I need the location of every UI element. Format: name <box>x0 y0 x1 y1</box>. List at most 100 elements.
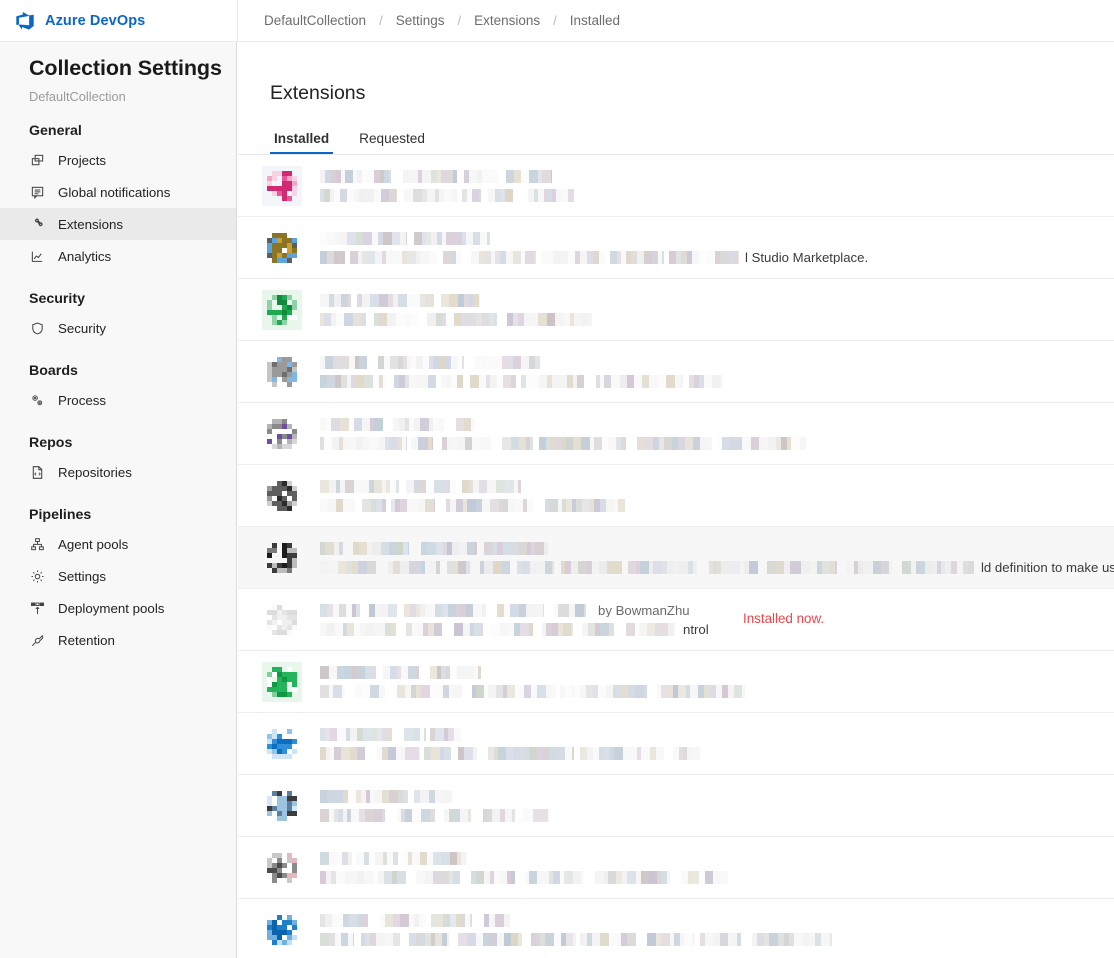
breadcrumb-item-defaultcollection[interactable]: DefaultCollection <box>254 13 376 28</box>
redacted-text-block <box>482 603 486 617</box>
sidebar-item-agent-pools[interactable]: Agent pools <box>0 528 236 560</box>
redacted-text-block <box>381 541 389 555</box>
redacted-text-block <box>599 251 605 264</box>
extension-row[interactable]: ld definition to make us <box>238 527 1114 590</box>
redacted-text-gap <box>462 685 472 698</box>
icon-pixel <box>297 386 302 392</box>
redacted-text-block <box>598 685 606 698</box>
extension-row[interactable] <box>238 155 1114 218</box>
breadcrumb-item-settings[interactable]: Settings <box>386 13 455 28</box>
brand-home-link[interactable]: Azure DevOps <box>0 10 224 32</box>
redacted-text-block <box>320 932 329 946</box>
sidebar-item-global-notifications[interactable]: Global notifications <box>0 176 236 208</box>
redacted-text-block <box>420 789 429 803</box>
redacted-text-gap <box>383 418 393 431</box>
redacted-text-gap <box>518 189 528 202</box>
redacted-text-block <box>606 498 614 512</box>
redacted-text-block <box>425 293 433 307</box>
redacted-text-block <box>693 561 697 574</box>
redacted-text-block <box>791 437 800 450</box>
redacted-text-block <box>460 809 468 822</box>
redacted-text-block <box>336 498 343 512</box>
redacted-text-block <box>647 932 656 946</box>
extension-icon-purple <box>262 413 302 454</box>
redacted-text-block <box>716 685 722 698</box>
extension-row[interactable] <box>238 651 1114 714</box>
extension-description: l Studio Marketplace. <box>320 250 1114 264</box>
extension-row[interactable] <box>238 403 1114 466</box>
redacted-text-block <box>327 232 335 245</box>
redacted-text-block <box>357 870 364 884</box>
redacted-text-block <box>433 851 441 865</box>
icon-pixel <box>297 758 302 764</box>
redacted-text-block <box>421 684 430 698</box>
redacted-text-block <box>639 623 647 636</box>
sidebar-item-retention[interactable]: Retention <box>0 624 236 656</box>
redacted-text-gap <box>399 480 406 493</box>
extension-row[interactable] <box>238 279 1114 342</box>
redacted-text-block <box>775 560 784 574</box>
sidebar-item-deployment-pools[interactable]: Deployment pools <box>0 592 236 624</box>
extension-row[interactable] <box>238 341 1114 404</box>
redacted-text-block <box>324 312 331 326</box>
redacted-text-block <box>466 603 473 617</box>
sidebar-item-settings[interactable]: Settings <box>0 560 236 592</box>
sidebar-item-process[interactable]: Process <box>0 384 236 416</box>
breadcrumb-item-extensions[interactable]: Extensions <box>464 13 550 28</box>
redacted-text-block <box>467 932 476 946</box>
sidebar-group-security: Security <box>29 291 85 307</box>
redacted-text-block <box>362 417 370 431</box>
redacted-text-gap <box>463 375 470 388</box>
redacted-text-gap <box>574 189 585 202</box>
sidebar-item-security[interactable]: Security <box>0 312 236 344</box>
tab-requested[interactable]: Requested <box>355 131 429 154</box>
redacted-text-block <box>606 685 613 698</box>
redacted-text-block <box>479 375 486 388</box>
redacted-text-gap <box>435 809 444 822</box>
extension-row[interactable]: l Studio Marketplace. <box>238 217 1114 280</box>
redacted-text-block <box>570 312 574 326</box>
redacted-text-gap <box>440 561 447 574</box>
redacted-text-gap <box>385 809 397 822</box>
redacted-text-block <box>455 231 462 245</box>
redacted-text-block <box>387 312 396 326</box>
redacted-text-block <box>529 870 537 884</box>
redacted-text-block <box>349 913 357 927</box>
sidebar-item-analytics[interactable]: Analytics <box>0 240 236 272</box>
redacted-text-block <box>637 436 644 450</box>
redacted-text-block <box>320 250 327 264</box>
icon-pixel <box>297 262 302 268</box>
redacted-text-block <box>552 560 554 574</box>
sidebar-item-extensions[interactable]: Extensions <box>0 208 236 240</box>
breadcrumb-item-installed[interactable]: Installed <box>560 13 630 28</box>
extension-row[interactable] <box>238 775 1114 838</box>
extension-body: by BowmanZhu ntrol <box>320 603 1114 636</box>
redacted-text-block <box>635 684 644 698</box>
extension-row[interactable] <box>238 465 1114 528</box>
extension-row[interactable] <box>238 713 1114 776</box>
redacted-text-block <box>474 622 481 636</box>
redacted-text-block <box>722 436 730 450</box>
redacted-text-block <box>548 809 549 822</box>
extension-row[interactable] <box>238 899 1114 958</box>
redacted-text-block <box>493 560 502 574</box>
sidebar-item-repositories[interactable]: Repositories <box>0 456 236 488</box>
sidebar-item-projects[interactable]: Projects <box>0 144 236 176</box>
redacted-text-block <box>324 437 332 450</box>
redacted-text-block <box>356 852 364 865</box>
redacted-text-block <box>411 437 418 450</box>
extension-title <box>320 169 1114 183</box>
redacted-text-block <box>409 375 416 388</box>
redacted-text-block <box>470 561 471 574</box>
redacted-text-block <box>527 499 533 512</box>
extension-row[interactable]: by BowmanZhu ntrol Installed now. <box>238 589 1114 652</box>
extension-row[interactable] <box>238 837 1114 900</box>
redacted-text-block <box>403 789 408 803</box>
tab-installed[interactable]: Installed <box>270 131 334 155</box>
extension-title: by BowmanZhu <box>320 603 1114 617</box>
redacted-text-block <box>720 250 729 264</box>
extension-description <box>320 870 1114 884</box>
redacted-text-block <box>505 188 513 202</box>
redacted-text-block <box>462 355 464 369</box>
redacted-text-block <box>434 479 443 493</box>
